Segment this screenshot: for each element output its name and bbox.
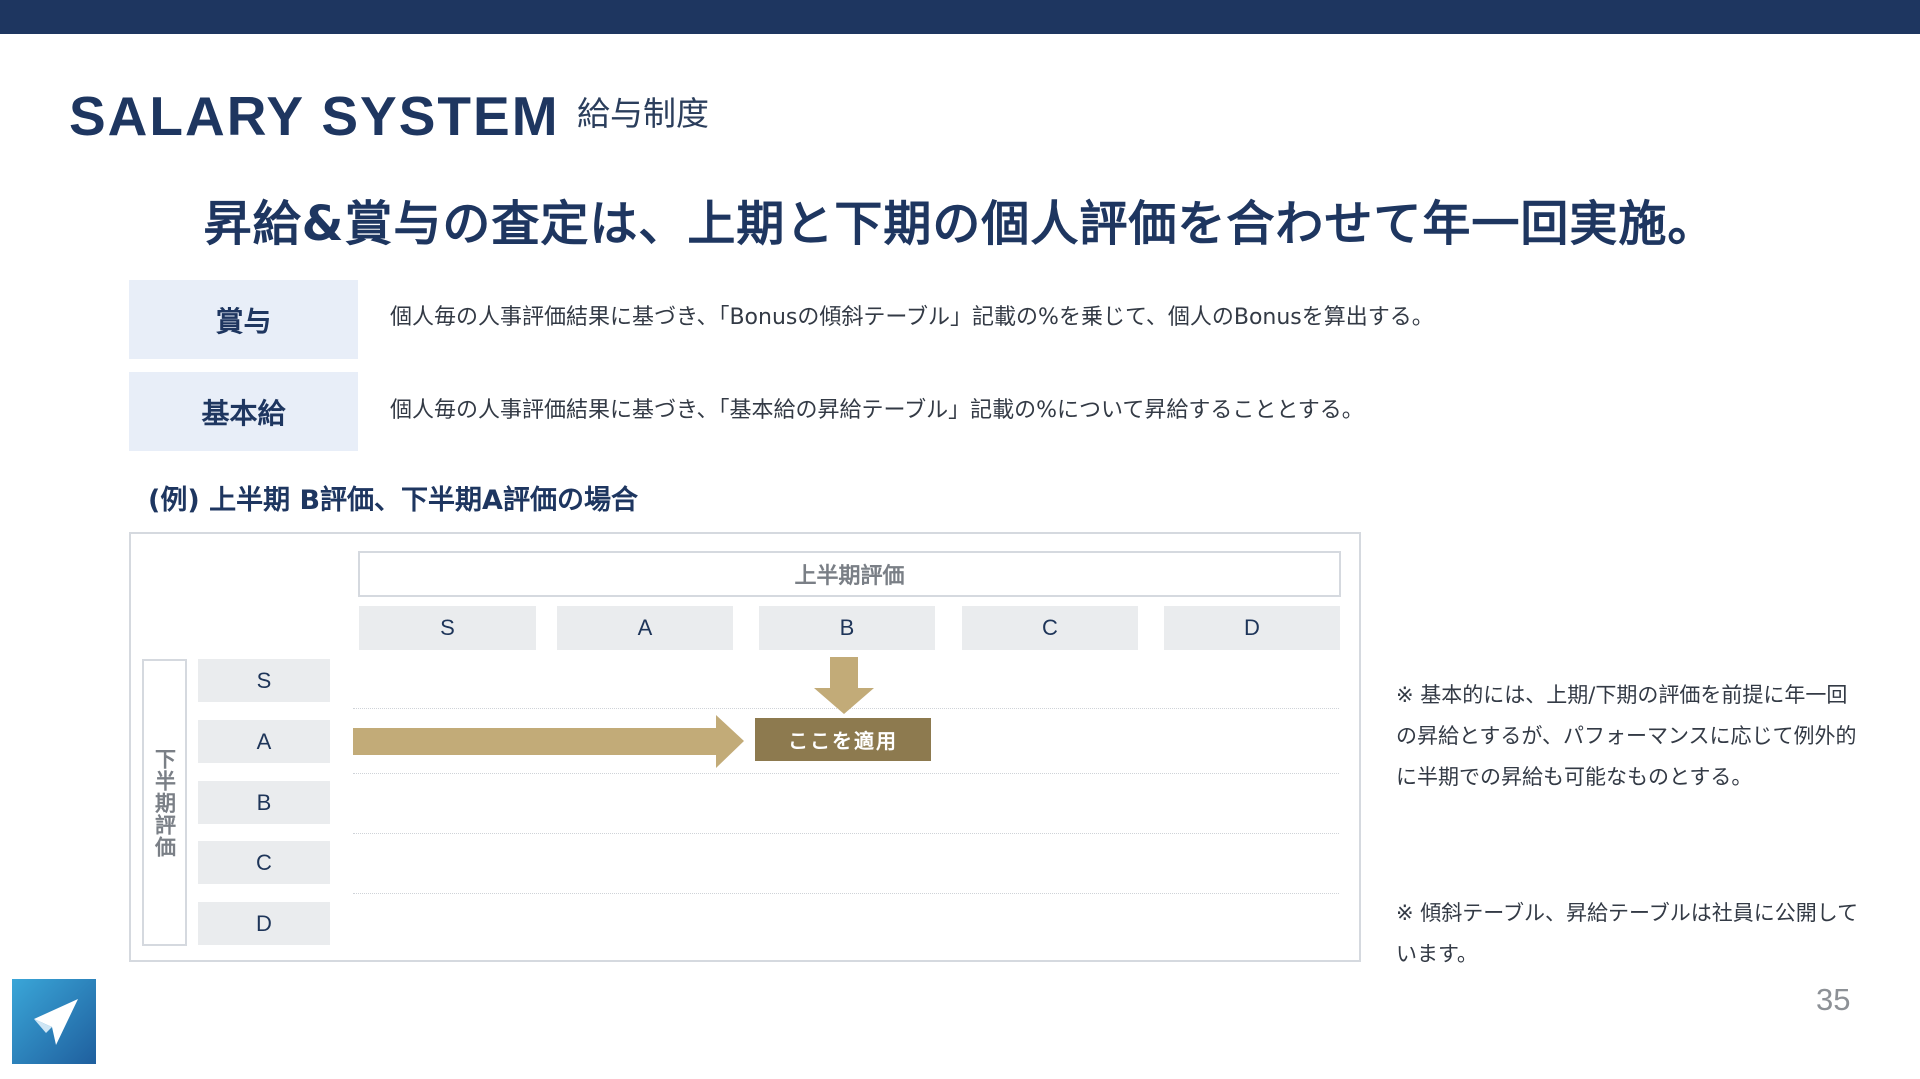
paper-plane-logo-icon — [12, 979, 96, 1064]
page-number: 35 — [1816, 982, 1851, 1017]
apply-here-badge: ここを適用 — [755, 718, 931, 761]
note-2: ※ 傾斜テーブル、昇給テーブルは社員に公開しています。 — [1396, 901, 1859, 966]
note-1: ※ 基本的には、上期/下期の評価を前提に年一回の昇給とするが、パフォーマンスに応… — [1396, 683, 1857, 789]
down-arrow — [814, 657, 874, 714]
right-arrow — [353, 715, 744, 768]
